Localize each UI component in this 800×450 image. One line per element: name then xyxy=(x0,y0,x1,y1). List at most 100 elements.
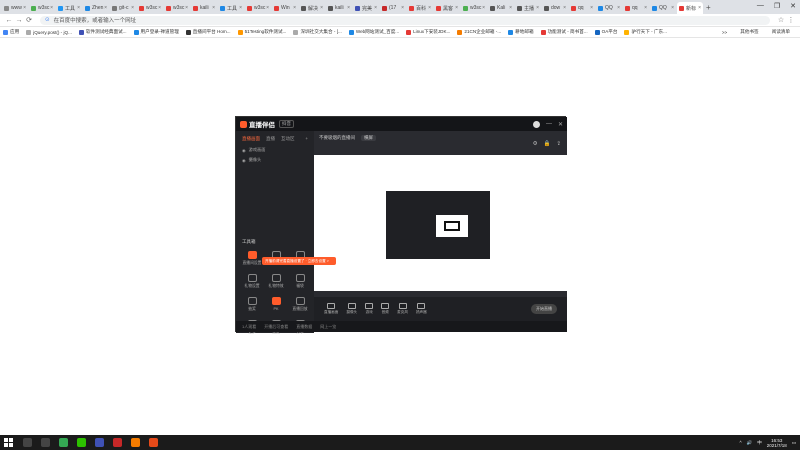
lock-icon[interactable]: 🔒 xyxy=(544,141,551,147)
browser-tab[interactable]: Win × xyxy=(272,2,298,14)
tool-item[interactable]: 直播回放 xyxy=(288,297,312,312)
eye-icon[interactable]: ◉ xyxy=(242,148,246,153)
source-add-button[interactable]: 直播画面 xyxy=(324,303,338,315)
bookmark-item[interactable]: 用户登录-禅道管理 xyxy=(133,29,179,35)
windows-start-icon[interactable] xyxy=(4,438,13,447)
browser-tab[interactable]: 新标 × xyxy=(677,2,703,14)
tray-icon[interactable]: ^ xyxy=(739,440,741,445)
tab-close-icon[interactable]: × xyxy=(77,5,80,11)
settings-icon[interactable]: ⚙ xyxy=(533,141,538,147)
stream-preview[interactable] xyxy=(314,155,567,291)
tab-close-icon[interactable]: × xyxy=(509,5,512,11)
forward-button[interactable]: → xyxy=(14,17,24,24)
maximize-button[interactable]: ❐ xyxy=(774,2,780,10)
bookmark-item[interactable]: 功能测试 - 简书首... xyxy=(540,29,588,35)
room-title[interactable]: 不要吸烟的直播间 xyxy=(319,135,355,141)
browser-tab[interactable]: git-c × xyxy=(110,2,136,14)
bookmark-item[interactable]: 软件测试经典面试... xyxy=(78,29,127,35)
app2-icon[interactable] xyxy=(113,438,122,447)
tab-close-icon[interactable]: × xyxy=(23,5,26,11)
browser-tab[interactable]: qq × xyxy=(569,2,595,14)
source-add-button[interactable]: 麦克风 xyxy=(397,303,408,315)
tab-close-icon[interactable]: × xyxy=(482,5,485,11)
bookmark-item[interactable]: Web网站测试_百度... xyxy=(348,29,399,35)
bookmark-item[interactable]: 应用 xyxy=(3,29,19,35)
tab-close-icon[interactable]: × xyxy=(185,5,188,11)
tab-close-icon[interactable]: × xyxy=(212,5,215,11)
tab-close-icon[interactable]: × xyxy=(644,5,647,11)
browser-tab[interactable]: QQ × xyxy=(650,2,676,14)
close-button[interactable]: ✕ xyxy=(790,2,796,10)
new-tab-button[interactable]: + xyxy=(706,3,711,12)
browser-tab[interactable]: w3sc × xyxy=(245,2,271,14)
bookmark-item[interactable]: 51Testing软件测试... xyxy=(237,29,286,35)
minimize-button[interactable]: — xyxy=(757,2,764,10)
tab-close-icon[interactable]: × xyxy=(239,5,242,11)
tab-close-icon[interactable]: × xyxy=(428,5,431,11)
search-icon[interactable] xyxy=(23,438,32,447)
task-view-icon[interactable] xyxy=(41,438,50,447)
source-row[interactable]: ◉ 摄像头 xyxy=(236,155,314,165)
source-row[interactable]: ◉ 游戏画面 xyxy=(236,145,314,155)
tool-item[interactable]: 直播间设置 xyxy=(240,251,264,266)
source-add-button[interactable]: 游戏 xyxy=(365,303,374,315)
tool-item[interactable]: PK xyxy=(264,297,288,312)
platform-badge[interactable]: 抖音 xyxy=(279,120,294,128)
add-icon[interactable]: + xyxy=(305,136,308,142)
tab-close-icon[interactable]: × xyxy=(698,5,701,11)
star-icon[interactable]: ☆ xyxy=(776,16,786,24)
bookmark-folder[interactable]: 其他书签 xyxy=(740,29,758,35)
avatar[interactable] xyxy=(532,120,540,128)
eye-icon[interactable]: ◉ xyxy=(242,158,246,163)
app1-icon[interactable] xyxy=(95,438,104,447)
tray-icon[interactable]: 🔊 xyxy=(747,440,753,446)
browser-tab[interactable]: Kali × xyxy=(488,2,514,14)
browser-tab[interactable]: (17 × xyxy=(380,2,406,14)
browser-tab[interactable]: 工具 × xyxy=(56,2,82,14)
bookmark-item[interactable]: OA平台 xyxy=(594,29,617,35)
tool-item[interactable]: 福袋 xyxy=(288,274,312,289)
tool-item[interactable]: 抽奖 xyxy=(240,297,264,312)
tab-close-icon[interactable]: × xyxy=(374,5,377,11)
app3-icon[interactable] xyxy=(131,438,140,447)
browser-tab[interactable]: 工具 × xyxy=(218,2,244,14)
browser-tab[interactable]: Zhen × xyxy=(83,2,109,14)
bookmark-item[interactable]: Linux下安装JDK... xyxy=(406,29,450,35)
browser-tab[interactable]: qq × xyxy=(623,2,649,14)
browser-tab[interactable]: w3sc × xyxy=(137,2,163,14)
tab-scene[interactable]: 直播画面 xyxy=(242,136,260,142)
tab-close-icon[interactable]: × xyxy=(455,5,458,11)
browser-tab[interactable]: 百科 × xyxy=(407,2,433,14)
tab-close-icon[interactable]: × xyxy=(158,5,161,11)
browser-tab[interactable]: QQ × xyxy=(596,2,622,14)
close-icon[interactable]: ✕ xyxy=(558,121,563,128)
browser-tab[interactable]: w3sc × xyxy=(29,2,55,14)
reload-button[interactable]: ⟳ xyxy=(24,16,34,24)
bookmark-item[interactable]: jQuery.post() - jQ... xyxy=(26,29,72,35)
browser-tab[interactable]: kaili × xyxy=(191,2,217,14)
browser-tab[interactable]: 主播 × xyxy=(515,2,541,14)
app4-icon[interactable] xyxy=(149,438,158,447)
tab-close-icon[interactable]: × xyxy=(563,5,566,11)
orientation-badge[interactable]: 横屏 xyxy=(361,135,376,141)
start-live-button[interactable]: 开始直播 xyxy=(531,304,557,314)
share-icon[interactable]: ⇪ xyxy=(556,141,561,147)
bookmark-item[interactable]: 耕地邮箱 xyxy=(508,29,534,35)
browser-tab[interactable]: kaili × xyxy=(326,2,352,14)
browser-tab[interactable]: 解决 × xyxy=(299,2,325,14)
tab-close-icon[interactable]: × xyxy=(617,5,620,11)
browser-tab[interactable]: w3sc × xyxy=(461,2,487,14)
chrome-icon[interactable] xyxy=(59,438,68,447)
bookmark-item[interactable]: 直播间平台 Hom... xyxy=(185,29,231,35)
tab-close-icon[interactable]: × xyxy=(590,5,593,11)
source-add-button[interactable]: 扬声器 xyxy=(416,303,427,315)
back-button[interactable]: ← xyxy=(4,17,14,24)
tab-close-icon[interactable]: × xyxy=(401,5,404,11)
tab-close-icon[interactable]: × xyxy=(347,5,350,11)
minimize-icon[interactable]: — xyxy=(546,121,552,128)
browser-tab[interactable]: www × xyxy=(2,2,28,14)
browser-tab[interactable]: w3sc × xyxy=(164,2,190,14)
bookmark-item[interactable]: 深圳社交大集合 - [... xyxy=(293,29,342,35)
tab-live[interactable]: 直播 xyxy=(266,136,275,142)
bookmark-item[interactable]: 驴行天下 - 广东... xyxy=(624,29,667,35)
